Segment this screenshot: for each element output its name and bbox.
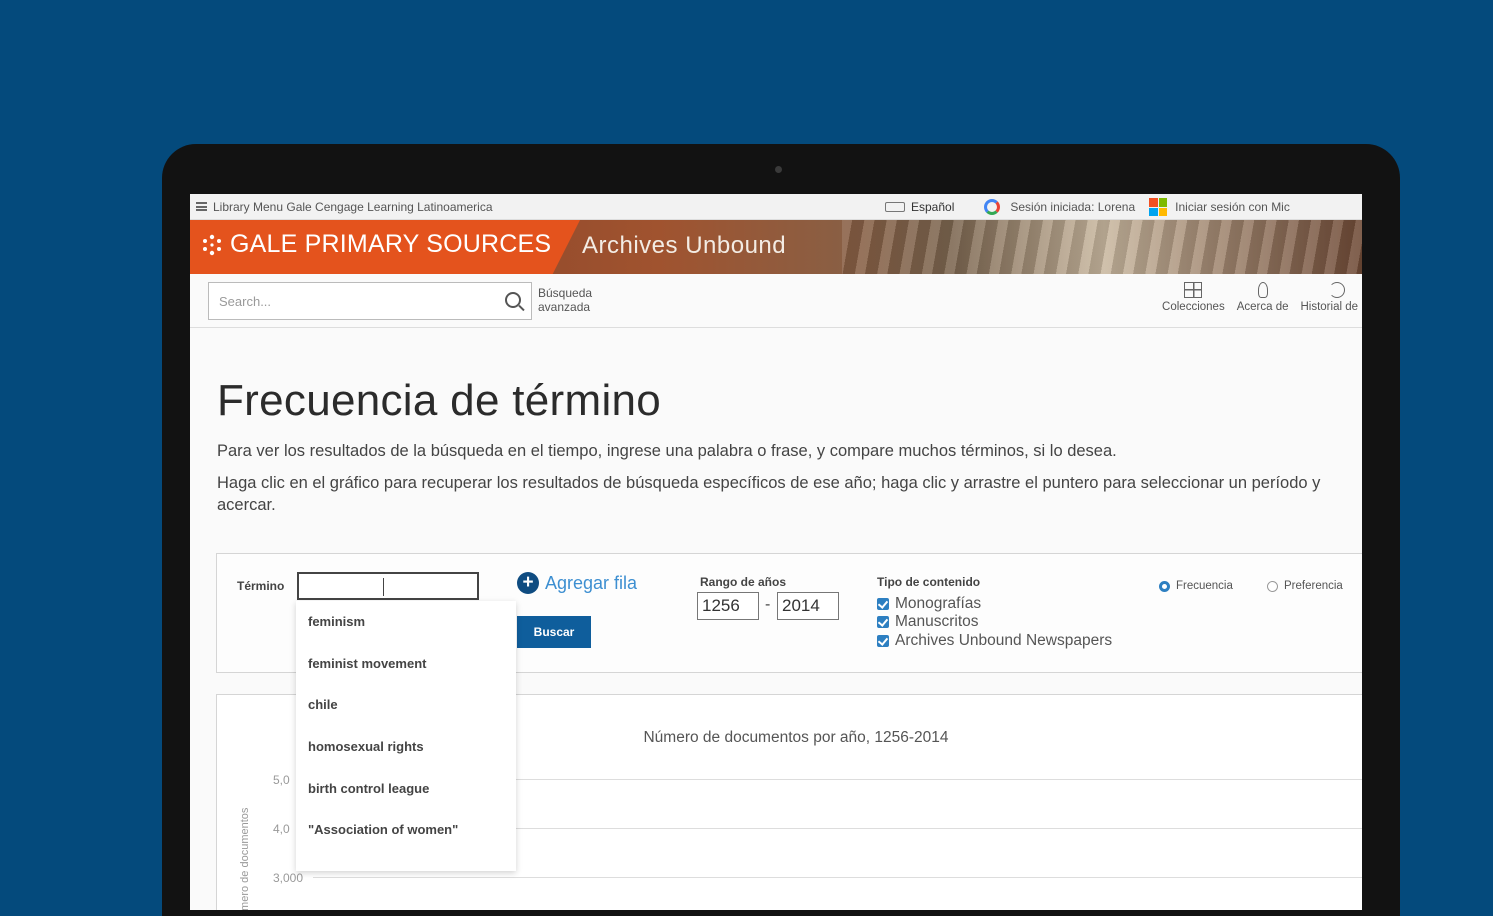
- language-selector[interactable]: Español: [911, 200, 954, 214]
- nav-about[interactable]: Acerca de: [1236, 282, 1289, 313]
- checkbox-checked-icon: [877, 598, 889, 610]
- lightbulb-icon: [1257, 282, 1268, 298]
- keyboard-icon: [885, 202, 905, 212]
- radio-frecuencia[interactable]: Frecuencia: [1159, 580, 1233, 592]
- library-menu-link[interactable]: Library Menu Gale Cengage Learning Latin…: [213, 200, 493, 214]
- nav-history[interactable]: Historial de bú: [1300, 282, 1362, 313]
- suggestion-item[interactable]: feminist movement: [296, 643, 516, 685]
- nav-history-label: Historial de bú: [1300, 301, 1362, 313]
- radio-unselected-icon: [1267, 580, 1278, 592]
- history-icon: [1329, 282, 1346, 298]
- suggestion-item[interactable]: homosexual rights: [296, 726, 516, 768]
- term-label: Término: [237, 579, 285, 593]
- plus-circle-icon: +: [517, 572, 539, 594]
- term-input[interactable]: [297, 572, 479, 600]
- site-banner: GALE PRIMARY SOURCES Archives Unbound: [190, 220, 1362, 274]
- camera-dot: [775, 166, 782, 173]
- search-input[interactable]: [209, 283, 489, 319]
- checkbox-label: Monografías: [895, 595, 982, 612]
- collections-icon: [1184, 282, 1203, 298]
- brand-logo[interactable]: GALE PRIMARY SOURCES: [200, 230, 551, 259]
- search-button[interactable]: Buscar: [517, 616, 591, 648]
- menu-icon[interactable]: [196, 202, 207, 211]
- checkbox-checked-icon: [877, 616, 889, 628]
- checkbox-label: Archives Unbound Newspapers: [895, 632, 1113, 649]
- nav-about-label: Acerca de: [1236, 301, 1289, 313]
- checkbox-checked-icon: [877, 635, 889, 647]
- suggestion-item[interactable]: "Association of women": [296, 809, 516, 851]
- year-to-field[interactable]: [777, 592, 839, 620]
- radio-label: Preferencia: [1284, 580, 1343, 592]
- suggestion-item[interactable]: birth control league: [296, 767, 516, 809]
- term-suggestions-dropdown: feminism feminist movement chile homosex…: [296, 601, 516, 871]
- top-nav: Colecciones Acerca de Historial de bú: [1162, 282, 1362, 313]
- y-tick-label: 4,0: [273, 822, 290, 836]
- gale-logo-icon: [203, 234, 221, 255]
- add-row-label: Agregar fila: [545, 572, 638, 593]
- product-name: Archives Unbound: [582, 232, 787, 259]
- intro-text-2: Haga clic en el gráfico para recuperar l…: [217, 474, 1321, 514]
- microsoft-signin-link[interactable]: Iniciar sesión con Mic: [1175, 200, 1290, 214]
- add-row-button[interactable]: + Agregar fila: [517, 572, 637, 594]
- radio-label: Frecuencia: [1176, 580, 1233, 592]
- y-tick-label: 5,0: [273, 773, 290, 787]
- nav-collections-label: Colecciones: [1162, 301, 1225, 313]
- laptop-frame: Library Menu Gale Cengage Learning Latin…: [162, 144, 1400, 916]
- checkbox-monografias[interactable]: Monografías: [877, 595, 981, 613]
- radio-selected-icon: [1159, 580, 1170, 592]
- app-screen: Library Menu Gale Cengage Learning Latin…: [190, 194, 1362, 910]
- search-box: [208, 282, 532, 320]
- advanced-search-link[interactable]: Búsqueda avanzada: [538, 286, 618, 314]
- utility-bar: Library Menu Gale Cengage Learning Latin…: [190, 194, 1362, 220]
- year-range-label: Rango de años: [700, 575, 787, 589]
- year-range-dash: -: [765, 596, 771, 613]
- y-axis-label: Número de documentos: [239, 807, 251, 910]
- google-session-link[interactable]: Sesión iniciada: Lorena: [1010, 200, 1135, 214]
- radio-preferencia[interactable]: Preferencia: [1267, 580, 1343, 592]
- search-icon[interactable]: [505, 292, 521, 308]
- suggestion-item[interactable]: chile: [296, 684, 516, 726]
- content-type-label: Tipo de contenido: [877, 575, 981, 589]
- checkbox-label: Manuscritos: [895, 613, 979, 630]
- microsoft-icon: [1149, 198, 1168, 216]
- intro-text-1: Para ver los resultados de la búsqueda e…: [217, 442, 1117, 460]
- page-title: Frecuencia de término: [217, 376, 662, 425]
- text-cursor-icon: [383, 578, 385, 596]
- checkbox-newspapers[interactable]: Archives Unbound Newspapers: [877, 632, 1112, 650]
- google-icon: [984, 199, 1001, 215]
- search-row: Búsqueda avanzada Colecciones Acerca de …: [190, 274, 1362, 328]
- year-from-field[interactable]: [697, 592, 759, 620]
- y-tick-label: 3,000: [273, 871, 304, 885]
- nav-collections[interactable]: Colecciones: [1162, 282, 1225, 313]
- suggestion-item[interactable]: feminism: [296, 601, 516, 643]
- banner-archive-image: [842, 220, 1362, 274]
- gridline: [313, 877, 1362, 878]
- checkbox-manuscritos[interactable]: Manuscritos: [877, 613, 979, 631]
- brand-name: GALE PRIMARY SOURCES: [230, 230, 552, 258]
